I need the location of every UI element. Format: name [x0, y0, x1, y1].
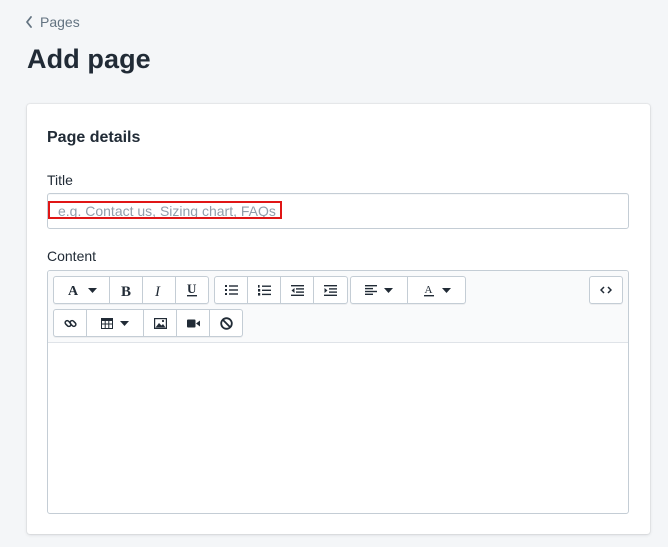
bullet-list-icon — [224, 285, 238, 295]
caret-down-icon — [384, 287, 393, 293]
page-title: Add page — [27, 44, 151, 74]
link-button[interactable] — [54, 310, 87, 336]
editor-toolbar: A B I U A — [48, 271, 628, 343]
svg-text:A: A — [424, 284, 432, 296]
insert-group — [53, 309, 243, 337]
outdent-button[interactable] — [281, 277, 314, 303]
italic-icon: I — [154, 284, 161, 297]
underline-button[interactable]: U — [176, 277, 208, 303]
clear-formatting-button[interactable] — [210, 310, 242, 336]
italic-button[interactable]: I — [143, 277, 176, 303]
svg-text:I: I — [154, 284, 161, 297]
title-label: Title — [47, 172, 73, 188]
editor-content-area[interactable] — [48, 343, 628, 513]
link-icon — [63, 319, 77, 327]
table-icon — [101, 317, 113, 329]
rich-text-editor: A B I U A — [47, 270, 629, 514]
font-family-button[interactable]: A — [54, 277, 110, 303]
bullet-list-button[interactable] — [215, 277, 248, 303]
align-button[interactable] — [351, 277, 408, 303]
font-family-icon: A — [68, 284, 79, 296]
caret-down-icon — [441, 287, 451, 293]
video-button[interactable] — [177, 310, 210, 336]
code-view-icon — [600, 286, 612, 294]
code-group — [589, 276, 623, 304]
numbered-list-button[interactable] — [248, 277, 281, 303]
title-input[interactable] — [47, 193, 629, 229]
bold-icon: B — [121, 284, 131, 297]
code-view-button[interactable] — [590, 277, 622, 303]
bold-button[interactable]: B — [110, 277, 143, 303]
content-label: Content — [47, 248, 97, 264]
caret-down-icon — [87, 287, 97, 293]
svg-text:A: A — [68, 284, 79, 296]
table-button[interactable] — [87, 310, 144, 336]
video-icon — [186, 319, 200, 327]
breadcrumb-back-link[interactable]: Pages — [24, 14, 80, 30]
format-group: A — [350, 276, 466, 304]
outdent-icon — [290, 284, 304, 296]
underline-icon: U — [187, 283, 197, 297]
list-indent-group — [214, 276, 348, 304]
image-button[interactable] — [144, 310, 177, 336]
clear-formatting-icon — [219, 316, 233, 330]
align-left-icon — [365, 285, 377, 295]
text-color-button[interactable]: A — [408, 277, 465, 303]
text-color-icon: A — [423, 284, 434, 296]
chevron-left-icon — [26, 16, 32, 28]
text-style-group: A B I U — [53, 276, 209, 304]
page-details-card: Page details Title Content A B — [27, 104, 650, 534]
image-icon — [153, 317, 167, 329]
indent-icon — [324, 284, 337, 296]
svg-text:B: B — [121, 284, 131, 297]
breadcrumb-label: Pages — [40, 14, 80, 30]
numbered-list-icon — [257, 284, 271, 296]
caret-down-icon — [120, 320, 129, 326]
card-title: Page details — [47, 129, 141, 146]
indent-button[interactable] — [314, 277, 347, 303]
svg-text:U: U — [187, 283, 197, 296]
